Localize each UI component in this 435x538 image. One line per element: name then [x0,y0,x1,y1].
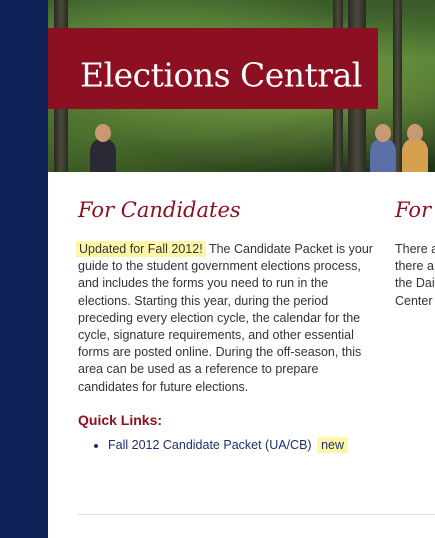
candidate-packet-link[interactable]: Fall 2012 Candidate Packet (UA/CB) [108,438,312,452]
page-title-banner: Elections Central [48,28,378,109]
side-line: There a [395,242,435,256]
side-line: the Dai [395,276,435,291]
page-title: Elections Central [80,55,362,95]
candidates-section: For Candidates Updated for Fall 2012! Th… [76,198,378,454]
side-body-text: There a there a the Dai Center [395,241,435,310]
new-badge: new [317,436,348,453]
list-item: Fall 2012 Candidate Packet (UA/CB) new [108,436,378,454]
candidates-body-text: The Candidate Packet is your guide to th… [78,242,373,394]
side-line: Center [395,293,433,308]
side-heading: For [395,198,432,222]
side-line: there a [395,259,434,274]
left-navy-band [0,0,48,538]
updated-badge: Updated for Fall 2012! [76,241,206,257]
candidates-heading: For Candidates [78,198,241,222]
candidates-description: Updated for Fall 2012! The Candidate Pac… [76,241,378,396]
quick-links-list: Fall 2012 Candidate Packet (UA/CB) new [78,436,378,454]
section-divider [78,514,435,515]
side-section: For There a there a the Dai Center [395,198,435,310]
quick-links-title: Quick Links: [78,411,163,428]
